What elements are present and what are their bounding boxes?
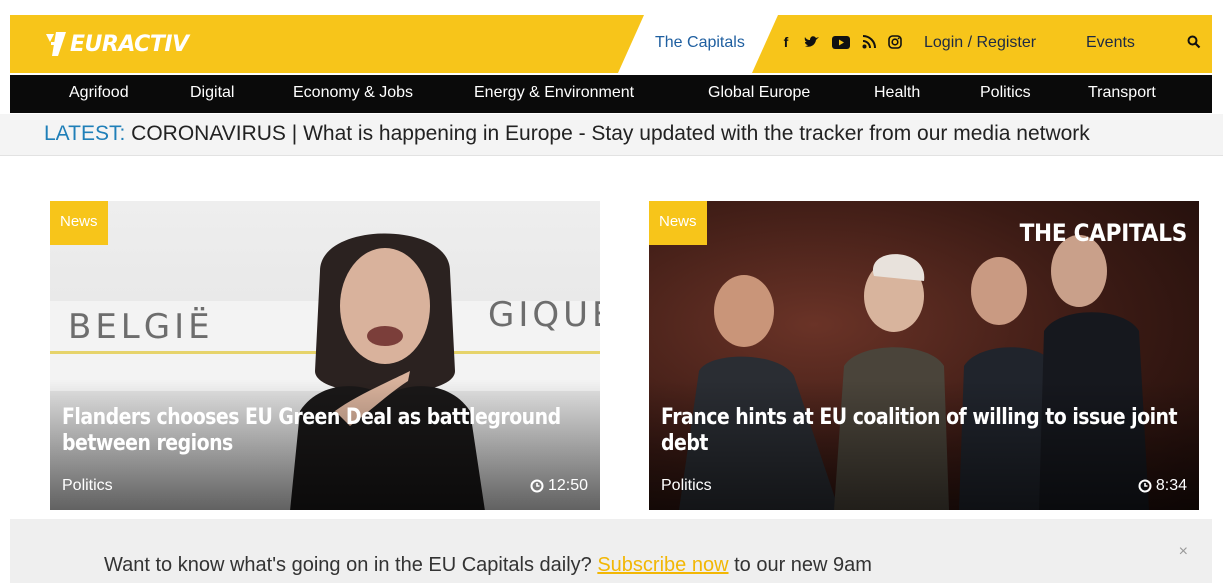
clock-icon <box>1138 479 1152 493</box>
logo-text: EURACTIV <box>70 31 189 57</box>
latest-label: LATEST: <box>44 122 126 145</box>
article-card[interactable]: BELGIË GIQUE News Flanders chooses EU Gr… <box>50 201 600 510</box>
euractiv-logo[interactable]: EURACTIV <box>44 29 189 59</box>
the-capitals-logo: THE CAPITALS <box>1019 219 1188 247</box>
subscribe-text: Want to know what's going on in the EU C… <box>104 554 872 577</box>
rss-icon[interactable] <box>862 35 876 49</box>
instagram-icon[interactable] <box>888 35 902 49</box>
article-time-value: 8:34 <box>1155 477 1187 494</box>
latest-ticker: LATEST: CORONAVIRUS | What is happening … <box>0 114 1223 156</box>
social-links: f <box>780 34 902 50</box>
article-title[interactable]: France hints at EU coalition of willing … <box>661 405 1186 457</box>
article-card[interactable]: News THE CAPITALS France hints at EU coa… <box>649 201 1199 510</box>
top-bar: EURACTIV The Capitals f Login / Register… <box>10 15 1212 73</box>
article-time: 12:50 <box>530 477 588 495</box>
photo-wall-text: BELGIË <box>68 307 214 347</box>
nav-item-health[interactable]: Health <box>874 84 920 102</box>
article-category[interactable]: Politics <box>62 477 113 495</box>
nav-item-transport[interactable]: Transport <box>1088 84 1156 102</box>
close-icon[interactable]: × <box>1179 543 1188 561</box>
category-nav: Agrifood Digital Economy & Jobs Energy &… <box>10 75 1212 113</box>
nav-item-economy-jobs[interactable]: Economy & Jobs <box>293 84 413 102</box>
search-icon[interactable] <box>1187 35 1201 49</box>
youtube-icon[interactable] <box>832 35 850 49</box>
subscribe-text-after: to our new 9am <box>728 554 872 576</box>
facebook-icon[interactable]: f <box>780 34 792 50</box>
twitter-icon[interactable] <box>804 35 820 49</box>
article-category[interactable]: Politics <box>661 477 712 495</box>
news-badge: News <box>50 201 108 245</box>
clock-icon <box>530 479 544 493</box>
events-link[interactable]: Events <box>1086 34 1135 52</box>
latest-ticker-text[interactable]: LATEST: CORONAVIRUS | What is happening … <box>44 122 1090 146</box>
nav-item-politics[interactable]: Politics <box>980 84 1031 102</box>
article-time-value: 12:50 <box>547 477 588 494</box>
latest-headline[interactable]: CORONAVIRUS | What is happening in Europ… <box>125 122 1090 145</box>
nav-item-agrifood[interactable]: Agrifood <box>69 84 129 102</box>
nav-item-digital[interactable]: Digital <box>190 84 234 102</box>
euractiv-logo-icon <box>46 32 66 56</box>
nav-item-global-europe[interactable]: Global Europe <box>708 84 810 102</box>
news-badge: News <box>649 201 707 245</box>
photo-wall-text: GIQUE <box>488 295 600 335</box>
nav-item-energy-environment[interactable]: Energy & Environment <box>474 84 634 102</box>
article-time: 8:34 <box>1138 477 1187 495</box>
article-title[interactable]: Flanders chooses EU Green Deal as battle… <box>62 405 587 457</box>
capitals-link[interactable]: The Capitals <box>655 34 745 52</box>
subscribe-banner: Want to know what's going on in the EU C… <box>10 519 1212 583</box>
subscribe-now-link[interactable]: Subscribe now <box>597 554 728 576</box>
login-register-link[interactable]: Login / Register <box>924 34 1036 52</box>
subscribe-text-before: Want to know what's going on in the EU C… <box>104 554 598 576</box>
